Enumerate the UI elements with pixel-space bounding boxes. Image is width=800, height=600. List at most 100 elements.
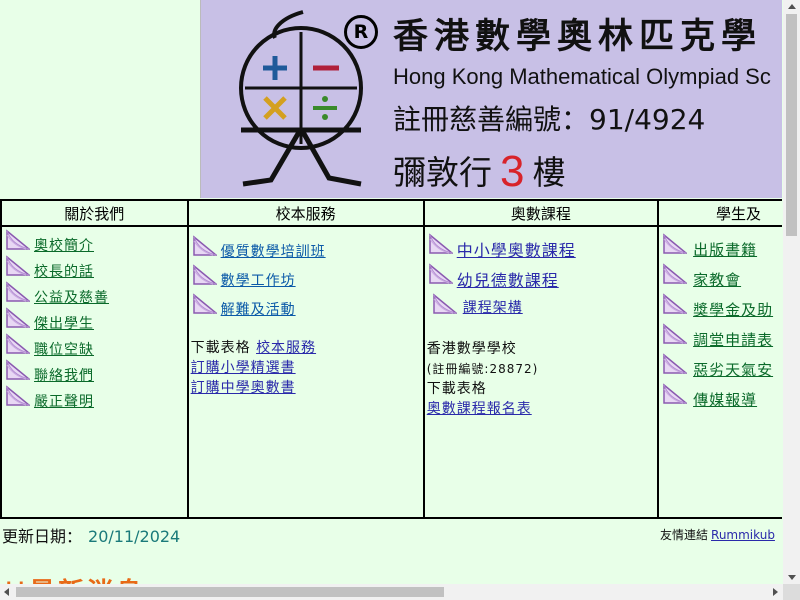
list-item: 嚴正聲明 (2, 383, 187, 411)
link-publications[interactable]: 出版書籍 (693, 241, 757, 259)
header-about-us: 關於我們 (0, 199, 189, 227)
charity-registration-number: 註冊慈善編號：91/4924 (393, 103, 706, 136)
link-order-secondary-book[interactable]: 訂購中學奧數書 (191, 380, 296, 396)
link-school-intro[interactable]: 奧校簡介 (34, 238, 94, 254)
triangle-bullet-icon (427, 263, 454, 289)
link-rummikub[interactable]: Rummikub (711, 528, 775, 542)
friend-links: 友情連結 Rummikub (660, 526, 775, 543)
column-students: 出版書籍 家教會 獎學金及助 調堂申請表 惡劣天氣安 傳媒報導 (657, 225, 782, 519)
link-contact-us[interactable]: 聯絡我們 (34, 368, 94, 384)
banner: R 香港數學奧林匹克學 Hong Kong Mathematical Olymp… (201, 0, 782, 198)
column-school-services: 優質數學培訓班 數學工作坊 解難及活動 下載表格 校本服務 訂購小學精選書 訂購… (186, 225, 425, 519)
list-item: 校長的話 (2, 253, 187, 281)
student-links: 出版書籍 家教會 獎學金及助 調堂申請表 惡劣天氣安 傳媒報導 (659, 231, 782, 411)
list-item: 奧校簡介 (2, 227, 187, 255)
course-links: 中小學奧數課程 幼兒德數課程 課程架構 (425, 231, 657, 321)
link-statement[interactable]: 嚴正聲明 (34, 394, 94, 410)
last-updated: 更新日期： 20/11/2024 (2, 523, 180, 547)
triangle-bullet-icon (4, 255, 32, 281)
link-course-application-form[interactable]: 奧數課程報名表 (427, 401, 532, 417)
friend-links-label: 友情連結 (660, 528, 709, 542)
triangle-bullet-icon (661, 293, 689, 319)
link-school-service-form[interactable]: 校本服務 (256, 340, 316, 356)
link-charity[interactable]: 公益及慈善 (34, 290, 109, 306)
list-item: 聯絡我們 (2, 357, 187, 385)
triangle-bullet-icon (4, 385, 32, 411)
column-olympiad-courses: 中小學奧數課程 幼兒德數課程 課程架構 香港數學學校 (註冊編號:28872) … (422, 225, 660, 519)
triangle-bullet-icon (4, 359, 32, 385)
link-math-workshop[interactable]: 數學工作坊 (221, 273, 296, 289)
link-class-change-form[interactable]: 調堂申請表 (693, 331, 773, 349)
column-about-us: 奧校簡介 校長的話 公益及慈善 傑出學生 職位空缺 聯絡我們 嚴正聲明 (0, 225, 189, 519)
header-olympiad-courses: 奧數課程 (422, 199, 660, 227)
address-floor-number: 3 (500, 147, 525, 196)
link-parent-teacher[interactable]: 家教會 (693, 271, 741, 289)
list-item: 解難及活動 (189, 291, 423, 320)
school-name: 香港數學學校 (426, 341, 517, 357)
link-primary-secondary-course[interactable]: 中小學奧數課程 (457, 241, 576, 260)
navigation-table: 關於我們 校本服務 奧數課程 學生及 奧校簡介 校長的話 公益及慈善 傑出學生 … (0, 199, 782, 519)
triangle-bullet-icon (661, 353, 689, 379)
link-outstanding-students[interactable]: 傑出學生 (34, 316, 94, 332)
list-item: 傑出學生 (2, 305, 187, 333)
page: R 香港數學奧林匹克學 Hong Kong Mathematical Olymp… (0, 0, 782, 584)
link-bad-weather[interactable]: 惡劣天氣安 (693, 361, 773, 379)
list-item: 幼兒德數課程 (425, 261, 657, 291)
list-item: 中小學奧數課程 (425, 231, 657, 261)
address-floor: 彌敦行 3 樓 (393, 146, 565, 197)
list-item: 獎學金及助 (659, 291, 782, 321)
list-item: 優質數學培訓班 (189, 233, 423, 262)
triangle-bullet-icon (427, 233, 454, 259)
triangle-bullet-icon (661, 323, 689, 349)
list-item: 調堂申請表 (659, 321, 782, 351)
link-job-vacancies[interactable]: 職位空缺 (34, 342, 94, 358)
header-students: 學生及 (657, 199, 782, 227)
triangle-bullet-icon (431, 293, 458, 318)
school-service-links: 優質數學培訓班 數學工作坊 解難及活動 (189, 233, 423, 320)
scroll-up-arrow-icon[interactable] (788, 4, 796, 9)
order-secondary-row: 訂購中學奧數書 (189, 378, 423, 398)
link-media-reports[interactable]: 傳媒報導 (693, 391, 757, 409)
scroll-right-arrow-icon[interactable] (773, 588, 778, 596)
link-order-primary-book[interactable]: 訂購小學精選書 (191, 360, 296, 376)
link-scholarship[interactable]: 獎學金及助 (693, 301, 773, 319)
link-kindergarten-course[interactable]: 幼兒德數課程 (457, 271, 559, 290)
course-download-label: 下載表格 (426, 381, 487, 397)
about-links: 奧校簡介 校長的話 公益及慈善 傑出學生 職位空缺 聯絡我們 嚴正聲明 (2, 227, 187, 411)
triangle-bullet-icon (191, 235, 218, 261)
list-item: 公益及慈善 (2, 279, 187, 307)
address-floor-suffix: 樓 (532, 153, 566, 192)
triangle-bullet-icon (4, 281, 32, 307)
list-item: 職位空缺 (2, 331, 187, 358)
updated-date: 20/11/2024 (88, 527, 181, 546)
latest-news-heading: ||最新消息 (4, 572, 145, 584)
download-forms-label: 下載表格 (190, 340, 251, 356)
header-school-services: 校本服務 (186, 199, 425, 227)
link-principal-message[interactable]: 校長的話 (34, 264, 94, 280)
school-download-row: 下載表格 校本服務 (189, 338, 423, 358)
list-item: 出版書籍 (659, 231, 782, 261)
horizontal-scroll-thumb[interactable] (16, 587, 444, 597)
registered-mark-icon: R (344, 15, 378, 49)
updated-label: 更新日期： (2, 527, 83, 546)
horizontal-scrollbar[interactable] (0, 584, 783, 600)
list-item: 傳媒報導 (659, 381, 782, 411)
triangle-bullet-icon (661, 383, 689, 409)
vertical-scroll-thumb[interactable] (786, 14, 797, 236)
banner-left-blank (0, 0, 201, 198)
triangle-bullet-icon (191, 293, 218, 319)
link-course-structure[interactable]: 課程架構 (463, 300, 523, 316)
scrollbar-corner (783, 584, 800, 600)
scroll-down-arrow-icon[interactable] (788, 575, 796, 580)
list-item: 課程架構 (425, 291, 657, 321)
order-primary-row: 訂購小學精選書 (189, 358, 423, 378)
triangle-bullet-icon (4, 307, 32, 333)
vertical-scrollbar[interactable] (783, 0, 800, 584)
triangle-bullet-icon (4, 229, 32, 255)
list-item: 數學工作坊 (189, 262, 423, 291)
list-item: 惡劣天氣安 (659, 351, 782, 381)
triangle-bullet-icon (661, 263, 689, 289)
link-problem-solving[interactable]: 解難及活動 (221, 302, 296, 318)
scroll-left-arrow-icon[interactable] (4, 588, 9, 596)
link-math-training[interactable]: 優質數學培訓班 (221, 244, 326, 260)
